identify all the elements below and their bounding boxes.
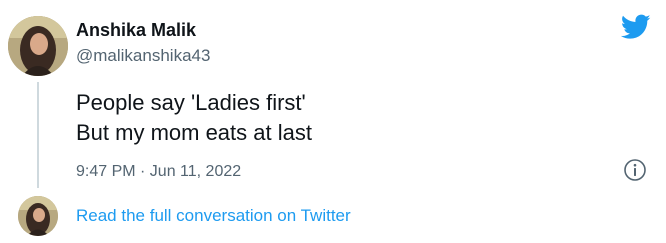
- author-avatar[interactable]: [8, 16, 68, 76]
- tweet-card: Anshika Malik @malikanshika43 People say…: [0, 0, 666, 243]
- reader-avatar: [18, 196, 58, 236]
- tweet-text: People say 'Ladies first' But my mom eat…: [76, 88, 312, 148]
- twitter-bird-icon[interactable]: [621, 14, 651, 40]
- tweet-text-line: People say 'Ladies first': [76, 90, 306, 115]
- thread-line: [37, 82, 39, 188]
- avatar-photo: [18, 196, 58, 236]
- tweet-text-line: But my mom eats at last: [76, 120, 312, 145]
- author-handle[interactable]: @malikanshika43: [76, 45, 210, 67]
- author-name[interactable]: Anshika Malik: [76, 19, 196, 41]
- info-icon[interactable]: [623, 158, 647, 182]
- tweet-timestamp[interactable]: 9:47 PM · Jun 11, 2022: [76, 161, 241, 183]
- avatar-photo: [8, 16, 68, 76]
- read-conversation-link[interactable]: Read the full conversation on Twitter: [76, 205, 351, 227]
